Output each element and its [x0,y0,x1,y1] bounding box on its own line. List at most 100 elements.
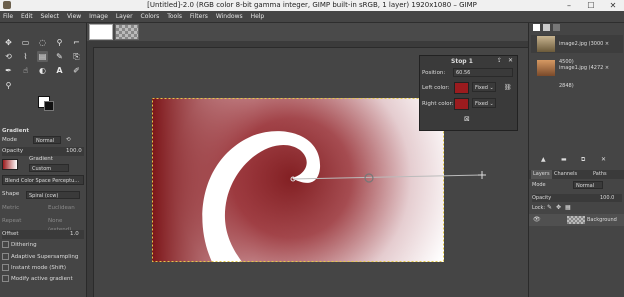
fuzzy-select-tool-icon[interactable]: ⚲ [54,37,65,48]
menu-edit[interactable]: Edit [18,11,36,22]
menu-layer[interactable]: Layer [113,11,136,22]
menu-help[interactable]: Help [248,11,268,22]
menu-tools[interactable]: Tools [164,11,185,22]
lasso-tool-icon[interactable]: ◌ [37,37,48,48]
maximize-button[interactable]: ☐ [580,0,602,11]
paths-tool-icon[interactable]: ✒ [3,65,14,76]
minimize-button[interactable]: – [558,0,580,11]
adaptive-checkbox[interactable]: Adaptive Supersampling [2,253,84,262]
stop-editor-dialog: Stop 1 ⇪ ✕ Position: 60.56 Left color: F… [419,55,518,131]
close-button[interactable]: ✕ [602,0,624,11]
color-picker-tool-icon[interactable]: ✐ [71,65,82,76]
raise-icon[interactable]: ▲ [541,156,546,163]
smudge-tool-icon[interactable]: ☝ [20,65,31,76]
gradient-end-handle[interactable] [478,171,486,179]
shape-row: Shape Spiral (ccw) [2,190,84,200]
shape-dropdown[interactable]: Spiral (ccw) [26,191,80,199]
dodge-tool-icon[interactable]: ◐ [37,65,48,76]
menu-bar: File Edit Select View Image Layer Colors… [0,11,624,23]
gradient-name-field[interactable]: Custom [29,164,69,172]
right-color-mode-dropdown[interactable]: Fixed ⌄ [472,98,496,108]
left-color-label: Left color: [422,85,450,91]
patterns-tab-icon[interactable] [553,24,560,31]
menu-view[interactable]: View [64,11,84,22]
menu-select[interactable]: Select [38,11,63,22]
gradient-tool-icon[interactable]: ▤ [37,51,48,62]
metric-row: Metric Euclidean [2,204,84,213]
right-dock: image2.jpg (3000 × 4500) image1.jpg (427… [528,23,624,297]
close-dialog-icon[interactable]: ✕ [508,57,513,64]
gradient-row: Gradient Custom [2,156,84,173]
lock-position-icon[interactable]: ✥ [556,204,561,211]
mode-reset-icon[interactable]: ⟲ [66,136,71,145]
tab-paths[interactable]: Paths [591,170,609,179]
opacity-label: Opacity [2,148,24,154]
instant-checkbox[interactable]: Instant mode (Shift) [2,264,84,273]
menu-file[interactable]: File [0,11,16,22]
layer-thumbnail [567,216,585,224]
menu-colors[interactable]: Colors [138,11,163,22]
instant-label: Instant mode (Shift) [11,265,67,271]
left-color-button[interactable] [454,82,469,94]
image-tab-thumbnail[interactable] [89,24,113,40]
menu-image[interactable]: Image [86,11,111,22]
layers-mode-dropdown[interactable]: Normal [573,181,603,189]
delete-stop-icon[interactable]: ⊠ [464,115,470,123]
gradient-label: Gradient [29,156,53,162]
rect-select-tool-icon[interactable]: ▭ [20,37,31,48]
window-title: [Untitled]-2.0 (RGB color 8-bit gamma in… [147,1,477,9]
background-color-swatch[interactable] [44,101,54,111]
move-tool-icon[interactable]: ✥ [3,37,14,48]
pin-icon[interactable]: ⇪ [497,57,502,64]
rotate-tool-icon[interactable]: ⟲ [3,51,14,62]
adaptive-check-icon [2,253,9,260]
vertical-ruler [87,47,94,297]
tab-layers[interactable]: Layers [531,170,552,179]
modify-checkbox[interactable]: Modify active gradient [2,275,84,284]
layers-mode-label: Mode [532,182,546,188]
gradient-line[interactable] [280,168,495,188]
delete-image-icon[interactable]: ✕ [601,156,606,163]
position-label: Position: [422,70,446,76]
paintbrush-tool-icon[interactable]: ✎ [54,51,65,62]
position-field[interactable]: 60.56 [453,68,513,77]
repeat-row: Repeat None (extend) [2,217,84,233]
lock-alpha-icon[interactable]: ▦ [565,204,571,211]
gradient-preview[interactable] [2,159,18,170]
image-tabs [87,23,528,41]
menu-windows[interactable]: Windows [213,11,246,22]
left-color-mode-dropdown[interactable]: Fixed ⌄ [472,82,496,92]
warp-tool-icon[interactable]: ⌇ [20,51,31,62]
zoom-tool-icon[interactable]: ⚲ [3,80,14,91]
right-color-button[interactable] [454,98,469,110]
image-list-item[interactable]: image2.jpg (3000 × 4500) [531,35,623,65]
brushes-tab-icon[interactable] [543,24,550,31]
offset-slider[interactable]: Offset 1.0 [2,230,84,239]
chain-link-icon[interactable]: ⛓ [504,84,512,91]
text-tool-icon[interactable]: A [54,65,65,76]
metric-dropdown[interactable]: Euclidean [48,204,75,213]
crop-tool-icon[interactable]: ⌐ [71,37,82,48]
layer-name: Background [587,217,617,223]
blend-space-dropdown[interactable]: Blend Color Space Perceptu... [2,175,84,185]
lock-pixels-icon[interactable]: ✎ [547,204,552,211]
new-image-icon[interactable]: ▬ [561,156,567,163]
image-list-item[interactable]: image1.jpg (4272 × 2848) [531,59,623,89]
mode-dropdown[interactable]: Normal [33,136,61,144]
dithering-checkbox[interactable]: Dithering [2,241,84,250]
layers-opacity-slider[interactable]: Opacity 100.0 [532,194,622,202]
layer-row[interactable]: 👁 Background [529,214,624,226]
eye-icon[interactable]: 👁 [533,216,541,223]
duplicate-icon[interactable]: ⧉ [581,156,585,164]
tab-channels[interactable]: Channels [552,170,579,179]
gradient-midpoint-handle[interactable] [364,173,374,183]
image-tab-thumbnail-2[interactable] [115,24,139,40]
toolbox-panel: ✥ ▭ ◌ ⚲ ⌐ ⟲ ⌇ ▤ ✎ ⎘ ✒ ☝ ◐ A ✐ ⚲ Gradient… [0,23,87,297]
title-bar: [Untitled]-2.0 (RGB color 8-bit gamma in… [0,0,624,11]
dock-tab-row [531,24,623,32]
mode-label: Mode [2,137,17,143]
menu-filters[interactable]: Filters [187,11,211,22]
clone-tool-icon[interactable]: ⎘ [71,51,82,62]
images-tab-icon[interactable] [533,24,540,31]
instant-check-icon [2,264,9,271]
